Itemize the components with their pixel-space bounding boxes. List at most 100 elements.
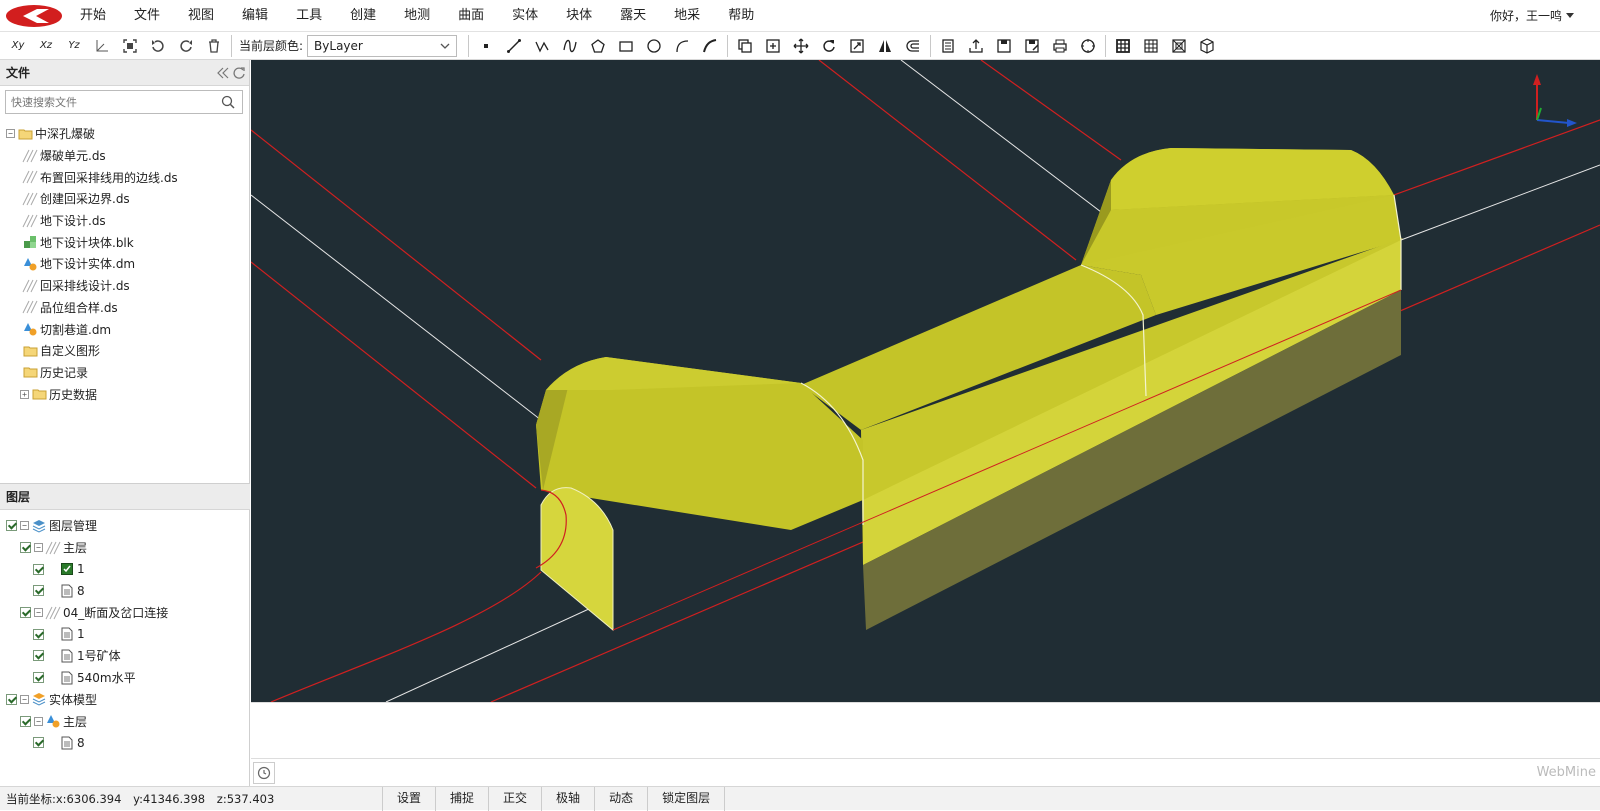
offset-curve-button[interactable] bbox=[899, 34, 927, 58]
polar-button[interactable]: 极轴 bbox=[541, 786, 594, 811]
layer-checkbox[interactable] bbox=[6, 520, 17, 532]
layer-checkbox[interactable] bbox=[33, 672, 44, 684]
export-button[interactable] bbox=[962, 34, 990, 58]
draw-line-button[interactable] bbox=[500, 34, 528, 58]
draw-polyline-button[interactable] bbox=[528, 34, 556, 58]
zoom-extents-button[interactable] bbox=[116, 34, 144, 58]
file-item[interactable]: + 历史数据 bbox=[6, 383, 178, 405]
menu-underground[interactable]: 地采 bbox=[660, 0, 714, 32]
draw-circle-button[interactable] bbox=[640, 34, 668, 58]
layer-row[interactable]: 1号矿体 bbox=[6, 645, 168, 667]
layer-row[interactable]: − 主层 bbox=[6, 710, 168, 732]
layer-row[interactable]: − 图层管理 bbox=[6, 515, 168, 537]
file-item[interactable]: 地下设计实体.dm bbox=[6, 253, 178, 275]
menu-create[interactable]: 创建 bbox=[336, 0, 390, 32]
file-search-input[interactable] bbox=[6, 95, 211, 109]
menu-tools[interactable]: 工具 bbox=[282, 0, 336, 32]
menu-help[interactable]: 帮助 bbox=[714, 0, 768, 32]
scale-button[interactable] bbox=[843, 34, 871, 58]
file-item[interactable]: 地下设计块体.blk bbox=[6, 231, 178, 253]
3d-view-button[interactable] bbox=[1193, 34, 1221, 58]
layer-row[interactable]: 8 bbox=[6, 580, 168, 602]
settings-button[interactable]: 设置 bbox=[382, 786, 435, 811]
file-item[interactable]: 布置回采排线用的边线.ds bbox=[6, 166, 178, 188]
3d-viewport[interactable] bbox=[251, 60, 1600, 702]
copy-button[interactable] bbox=[731, 34, 759, 58]
grid-view-button[interactable] bbox=[1109, 34, 1137, 58]
draw-point-button[interactable] bbox=[472, 34, 500, 58]
layer-row[interactable]: − 04_断面及岔口连接 bbox=[6, 602, 168, 624]
menu-openpit[interactable]: 露天 bbox=[606, 0, 660, 32]
menu-surface[interactable]: 曲面 bbox=[444, 0, 498, 32]
layer-checkbox[interactable] bbox=[33, 628, 44, 640]
collapse-icon[interactable]: − bbox=[20, 694, 29, 704]
collapse-icon[interactable]: − bbox=[6, 129, 15, 139]
move-button[interactable] bbox=[787, 34, 815, 58]
file-item[interactable]: 历史记录 bbox=[6, 362, 178, 384]
properties-button[interactable] bbox=[934, 34, 962, 58]
draw-spline-button[interactable] bbox=[556, 34, 584, 58]
layer-checkbox[interactable] bbox=[33, 585, 44, 597]
offset-button[interactable] bbox=[759, 34, 787, 58]
mirror-button[interactable] bbox=[871, 34, 899, 58]
menu-survey[interactable]: 地测 bbox=[390, 0, 444, 32]
ortho-button[interactable]: 正交 bbox=[488, 786, 541, 811]
layer-checkbox[interactable] bbox=[33, 737, 44, 749]
user-greeting[interactable]: 你好，王一鸣 bbox=[1490, 0, 1562, 32]
layer-checkbox[interactable] bbox=[33, 650, 44, 662]
lock-layer-button[interactable]: 锁定图层 bbox=[647, 786, 726, 811]
layer-row[interactable]: − 主层 bbox=[6, 537, 168, 559]
menu-start[interactable]: 开始 bbox=[66, 0, 120, 32]
file-item[interactable]: 创建回采边界.ds bbox=[6, 188, 178, 210]
collapse-icon[interactable]: − bbox=[34, 716, 43, 726]
file-tree-root[interactable]: − 中深孔爆破 bbox=[6, 123, 178, 145]
grid-button[interactable] bbox=[1137, 34, 1165, 58]
collapse-icon[interactable]: − bbox=[34, 543, 43, 553]
delete-button[interactable] bbox=[200, 34, 228, 58]
layer-checkbox[interactable] bbox=[20, 607, 31, 619]
layer-checkbox[interactable] bbox=[6, 693, 17, 705]
layer-row[interactable]: 540m水平 bbox=[6, 667, 168, 689]
wireframe-button[interactable] bbox=[1165, 34, 1193, 58]
collapse-icon[interactable]: − bbox=[20, 521, 29, 531]
file-item[interactable]: 品位组合样.ds bbox=[6, 297, 178, 319]
draw-polygon-button[interactable] bbox=[584, 34, 612, 58]
undo-button[interactable] bbox=[144, 34, 172, 58]
scene-canvas[interactable] bbox=[251, 60, 1600, 702]
refresh-icon[interactable] bbox=[233, 67, 245, 79]
search-icon[interactable] bbox=[221, 95, 235, 109]
layer-checkbox[interactable] bbox=[20, 715, 31, 727]
file-item[interactable]: 切割巷道.dm bbox=[6, 318, 178, 340]
menu-block[interactable]: 块体 bbox=[552, 0, 606, 32]
save-button[interactable] bbox=[990, 34, 1018, 58]
layer-checkbox[interactable] bbox=[33, 563, 44, 575]
file-item[interactable]: 地下设计.ds bbox=[6, 210, 178, 232]
layer-row[interactable]: 8 bbox=[6, 732, 168, 754]
axis-button[interactable] bbox=[88, 34, 116, 58]
save-as-button[interactable] bbox=[1018, 34, 1046, 58]
layer-color-select[interactable]: ByLayer bbox=[307, 34, 458, 57]
view-xy-button[interactable]: Xy bbox=[4, 34, 32, 58]
view-xz-button[interactable]: Xz bbox=[32, 34, 60, 58]
draw-rectangle-button[interactable] bbox=[612, 34, 640, 58]
app-logo[interactable] bbox=[2, 0, 66, 32]
expand-icon[interactable]: + bbox=[20, 389, 29, 399]
menu-solid[interactable]: 实体 bbox=[498, 0, 552, 32]
file-item[interactable]: 爆破单元.ds bbox=[6, 145, 178, 167]
dynamic-button[interactable]: 动态 bbox=[594, 786, 647, 811]
rotate-button[interactable] bbox=[815, 34, 843, 58]
layer-checkbox[interactable] bbox=[20, 542, 31, 554]
layer-row[interactable]: − 实体模型 bbox=[6, 689, 168, 711]
layer-row[interactable]: 1 bbox=[6, 558, 168, 580]
file-item[interactable]: 回采排线设计.ds bbox=[6, 275, 178, 297]
history-icon[interactable] bbox=[253, 762, 275, 784]
view-yz-button[interactable]: Yz bbox=[60, 34, 88, 58]
snap-target-button[interactable] bbox=[1074, 34, 1102, 58]
file-item[interactable]: 自定义图形 bbox=[6, 340, 178, 362]
collapse-panel-icon[interactable] bbox=[217, 67, 229, 79]
layer-row[interactable]: 1 bbox=[6, 623, 168, 645]
collapse-icon[interactable]: − bbox=[34, 608, 43, 618]
menu-file[interactable]: 文件 bbox=[120, 0, 174, 32]
redo-button[interactable] bbox=[172, 34, 200, 58]
draw-curve-button[interactable] bbox=[696, 34, 724, 58]
